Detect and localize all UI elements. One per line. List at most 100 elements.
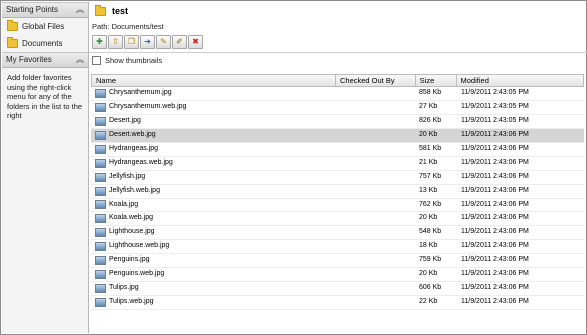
column-header-size[interactable]: Size [416,75,457,86]
sidebar-item-global-files[interactable]: Global Files [2,18,88,35]
starting-points-header[interactable]: Starting Points ︽ [2,2,88,18]
size-cell: 858 Kb [419,89,442,96]
table-row[interactable]: Hydrangeas.jpg 581 Kb 11/9/2011 2:43:06 PM [91,143,584,157]
size-cell: 759 Kb [419,256,442,264]
file-name: Penguins.jpg [109,256,150,264]
table-row[interactable]: Chrysanthemum.web.jpg 27 Kb 11/9/2011 2:43… [91,101,584,115]
modified-cell: 11/9/2011 2:43:06 PM [461,186,529,194]
checked-out-by-cell [336,296,416,309]
modified-cell: 11/9/2011 2:43:05 PM [461,89,529,96]
favorites-title: My Favorites [6,55,52,64]
file-name-cell[interactable]: Penguins.web.jpg [91,268,336,281]
modified-cell: 11/9/2011 2:43:06 PM [461,144,529,152]
checked-out-by-cell [336,268,416,281]
delete-icon: ✖ [192,37,199,46]
file-name-cell[interactable]: Chrysanthemum.web.jpg [91,101,336,114]
file-name: Penguins.web.jpg [109,270,165,278]
upload-button[interactable]: ⇧ [108,35,123,49]
breadcrumb: Path: Documents/test [92,22,164,31]
table-row[interactable]: Tulips.jpg 606 Kb 11/9/2011 2:43:06 PM [91,282,584,297]
show-thumbnails-checkbox[interactable] [92,56,101,65]
favorites-header[interactable]: My Favorites ︽ [2,52,88,68]
folder-icon [95,4,106,16]
file-name: Jellyfish.jpg [109,172,146,180]
file-name-cell[interactable]: Desert.jpg [91,115,336,128]
modified-cell: 11/9/2011 2:43:06 PM [461,284,529,292]
edit-icon: ✐ [176,37,183,46]
file-name-cell[interactable]: Jellyfish.web.jpg [91,185,336,198]
table-row[interactable]: Tulips.web.jpg 22 Kb 11/9/2011 2:43:06 PM [91,296,584,310]
file-name: Desert.web.jpg [109,130,156,138]
copy-button[interactable]: ❐ [124,35,139,49]
edit-button[interactable]: ✐ [172,35,187,49]
file-name-cell[interactable]: Tulips.jpg [91,282,336,295]
toolbar: ✚ ⇧ ❐ ➜ ✎ ✐ ✖ [92,34,587,50]
rename-button[interactable]: ✎ [156,35,171,49]
collapse-icon[interactable]: ︽ [76,3,84,17]
size-cell: 548 Kb [419,228,442,236]
table-row[interactable]: Lighthouse.jpg 548 Kb 11/9/2011 2:43:06 PM [91,226,584,241]
new-folder-button[interactable]: ✚ [92,35,107,49]
modified-cell: 11/9/2011 2:43:05 PM [461,116,529,124]
folder-header: test [89,2,587,20]
image-file-icon [95,256,106,266]
size-cell: 20 Kb [419,270,438,278]
modified-cell: 11/9/2011 2:43:06 PM [461,270,529,278]
file-name-cell[interactable]: Tulips.web.jpg [91,296,336,309]
image-file-icon [95,102,106,112]
collapse-icon[interactable]: ︽ [76,53,84,67]
table-row[interactable]: Penguins.web.jpg 20 Kb 11/9/2011 2:43:06 P… [91,268,584,283]
table-row[interactable]: Koala.web.jpg 20 Kb 11/9/2011 2:43:06 PM [91,212,584,227]
move-button[interactable]: ➜ [140,35,155,49]
table-row[interactable]: Desert.web.jpg 20 Kb 11/9/2011 2:43:06 PM [91,128,584,143]
size-cell: 606 Kb [419,284,442,292]
file-name-cell[interactable]: Desert.web.jpg [91,129,336,142]
file-name-cell[interactable]: Lighthouse.jpg [91,226,336,239]
table-row[interactable]: Desert.jpg 826 Kb 11/9/2011 2:43:05 PM [91,115,584,129]
file-name: Hydrangeas.web.jpg [109,158,173,166]
table-row[interactable]: Penguins.jpg 759 Kb 11/9/2011 2:43:06 PM [91,254,584,269]
table-row[interactable]: Hydrangeas.web.jpg 21 Kb 11/9/2011 2:43:06… [91,157,584,171]
checked-out-by-cell [336,101,416,114]
size-cell: 20 Kb [419,214,438,222]
column-header-name[interactable]: Name [92,75,336,86]
size-cell: 13 Kb [419,186,438,194]
image-file-icon [95,214,106,224]
modified-cell: 11/9/2011 2:43:06 PM [461,158,529,166]
new-folder-icon: ✚ [96,37,103,46]
sidebar-item-documents[interactable]: Documents [2,35,88,52]
grid-header: Name Checked Out By Size Modified [91,74,584,87]
checked-out-by-cell [336,240,416,253]
file-name: Chrysanthemum.web.jpg [109,102,187,110]
table-row[interactable]: Lighthouse.web.jpg 18 Kb 11/9/2011 2:43:06… [91,240,584,255]
image-file-icon [95,158,106,168]
file-name-cell[interactable]: Jellyfish.jpg [91,171,336,184]
file-name-cell[interactable]: Koala.web.jpg [91,212,336,225]
show-thumbnails-option[interactable]: Show thumbnails [89,53,587,68]
image-file-icon [95,200,106,210]
size-cell: 826 Kb [419,116,442,124]
sidebar-item-label: Documents [22,39,63,48]
file-name-cell[interactable]: Lighthouse.web.jpg [91,240,336,253]
file-name-cell[interactable]: Hydrangeas.web.jpg [91,157,336,170]
size-cell: 757 Kb [419,172,442,180]
table-row[interactable]: Chrysanthemum.jpg 858 Kb 11/9/2011 2:43:05… [91,87,584,101]
file-name-cell[interactable]: Penguins.jpg [91,254,336,267]
delete-button[interactable]: ✖ [188,35,203,49]
size-cell: 762 Kb [419,200,442,208]
image-file-icon [95,242,106,252]
checked-out-by-cell [336,282,416,295]
table-row[interactable]: Jellyfish.web.jpg 13 Kb 11/9/2011 2:43:06 … [91,185,584,199]
file-name: Koala.web.jpg [109,214,153,222]
file-name-cell[interactable]: Koala.jpg [91,199,336,212]
file-name-cell[interactable]: Hydrangeas.jpg [91,143,336,156]
table-row[interactable]: Jellyfish.jpg 757 Kb 11/9/2011 2:43:06 PM [91,171,584,185]
column-header-checked-out-by[interactable]: Checked Out By [336,75,416,86]
checked-out-by-cell [336,212,416,225]
column-header-modified[interactable]: Modified [457,75,583,86]
checked-out-by-cell [336,226,416,239]
table-row[interactable]: Koala.jpg 762 Kb 11/9/2011 2:43:06 PM [91,199,584,213]
file-name-cell[interactable]: Chrysanthemum.jpg [91,87,336,100]
size-cell: 27 Kb [419,102,438,110]
image-file-icon [95,270,106,280]
